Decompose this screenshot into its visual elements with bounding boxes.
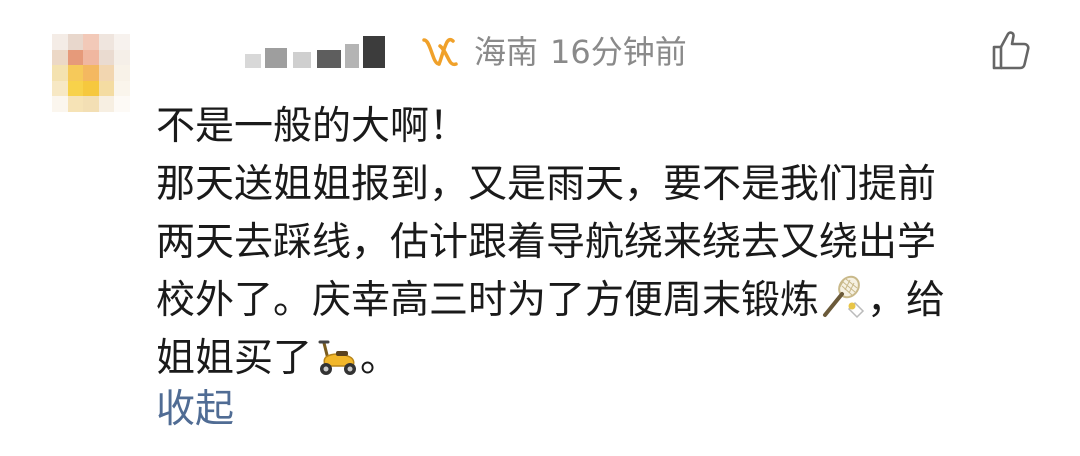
comment-location: 海南	[474, 33, 539, 71]
scooter-emoji-icon	[312, 331, 360, 379]
comment-text: 不是一般的大啊！ 那天送姐姐报到，又是雨天，要不是我们提前 两天去踩线，估计跟着…	[156, 98, 1036, 388]
comment-line: 姐姐买了 。	[156, 330, 1036, 388]
comment-line: 那天送姐姐报到，又是雨天，要不是我们提前	[156, 162, 937, 207]
comment-meta: 海南 16分钟前	[474, 30, 687, 74]
comment-line: 两天去踩线，估计跟着导航绕来绕去又绕出学	[156, 220, 937, 265]
comment-line: 校外了。庆幸高三时为了方便周末锻炼 ，给	[156, 272, 1036, 330]
collapse-link[interactable]: 收起	[156, 383, 234, 437]
vip-badge-icon	[420, 34, 460, 70]
comment-time: 16分钟前	[550, 33, 687, 71]
avatar[interactable]	[52, 34, 130, 112]
thumbs-up-icon[interactable]	[988, 28, 1034, 74]
comment-line-segment: 校外了。庆幸高三时为了方便周末锻炼	[156, 278, 820, 323]
comment-line: 不是一般的大啊！	[156, 104, 469, 149]
badminton-emoji-icon	[819, 273, 867, 321]
comment-line-segment: ，给	[867, 278, 946, 323]
username-redacted[interactable]	[245, 36, 395, 72]
comment-line-segment: 。	[360, 336, 400, 381]
comment-line-segment: 姐姐买了	[156, 336, 313, 381]
